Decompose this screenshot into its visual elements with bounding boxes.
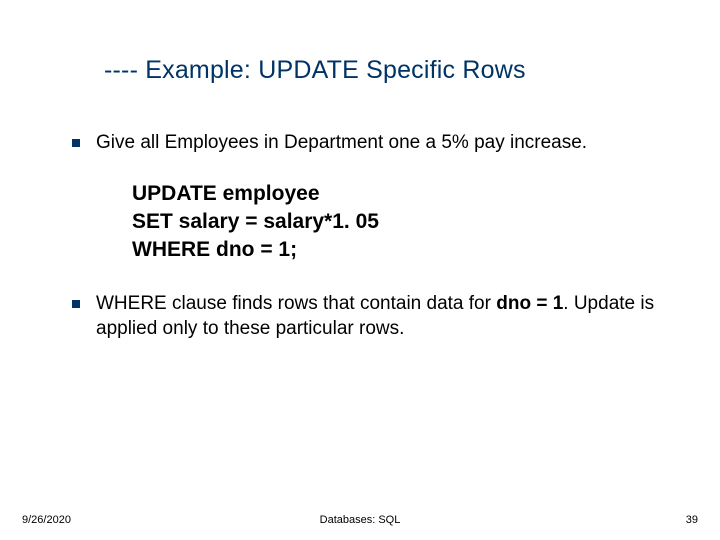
bold-text: dno = 1 xyxy=(496,293,563,314)
bullet-item: WHERE clause finds rows that contain dat… xyxy=(72,291,680,342)
code-block: UPDATE employee SET salary = salary*1. 0… xyxy=(132,180,680,265)
bullet-text: WHERE clause finds rows that contain dat… xyxy=(96,291,680,342)
code-line: UPDATE employee xyxy=(132,180,680,208)
footer-page-number: 39 xyxy=(686,514,698,526)
square-bullet-icon xyxy=(72,300,80,308)
slide: ---- Example: UPDATE Specific Rows Give … xyxy=(0,0,720,540)
bullet-item: Give all Employees in Department one a 5… xyxy=(72,130,680,156)
text-segment: WHERE clause finds rows that contain dat… xyxy=(96,293,496,314)
bullet-text: Give all Employees in Department one a 5… xyxy=(96,130,680,156)
code-line: SET salary = salary*1. 05 xyxy=(132,208,680,236)
square-bullet-icon xyxy=(72,139,80,147)
slide-title: ---- Example: UPDATE Specific Rows xyxy=(104,56,526,85)
slide-footer: 9/26/2020 Databases: SQL 39 xyxy=(0,506,720,526)
slide-body: Give all Employees in Department one a 5… xyxy=(72,130,680,352)
code-line: WHERE dno = 1; xyxy=(132,236,680,264)
footer-title: Databases: SQL xyxy=(0,514,720,526)
